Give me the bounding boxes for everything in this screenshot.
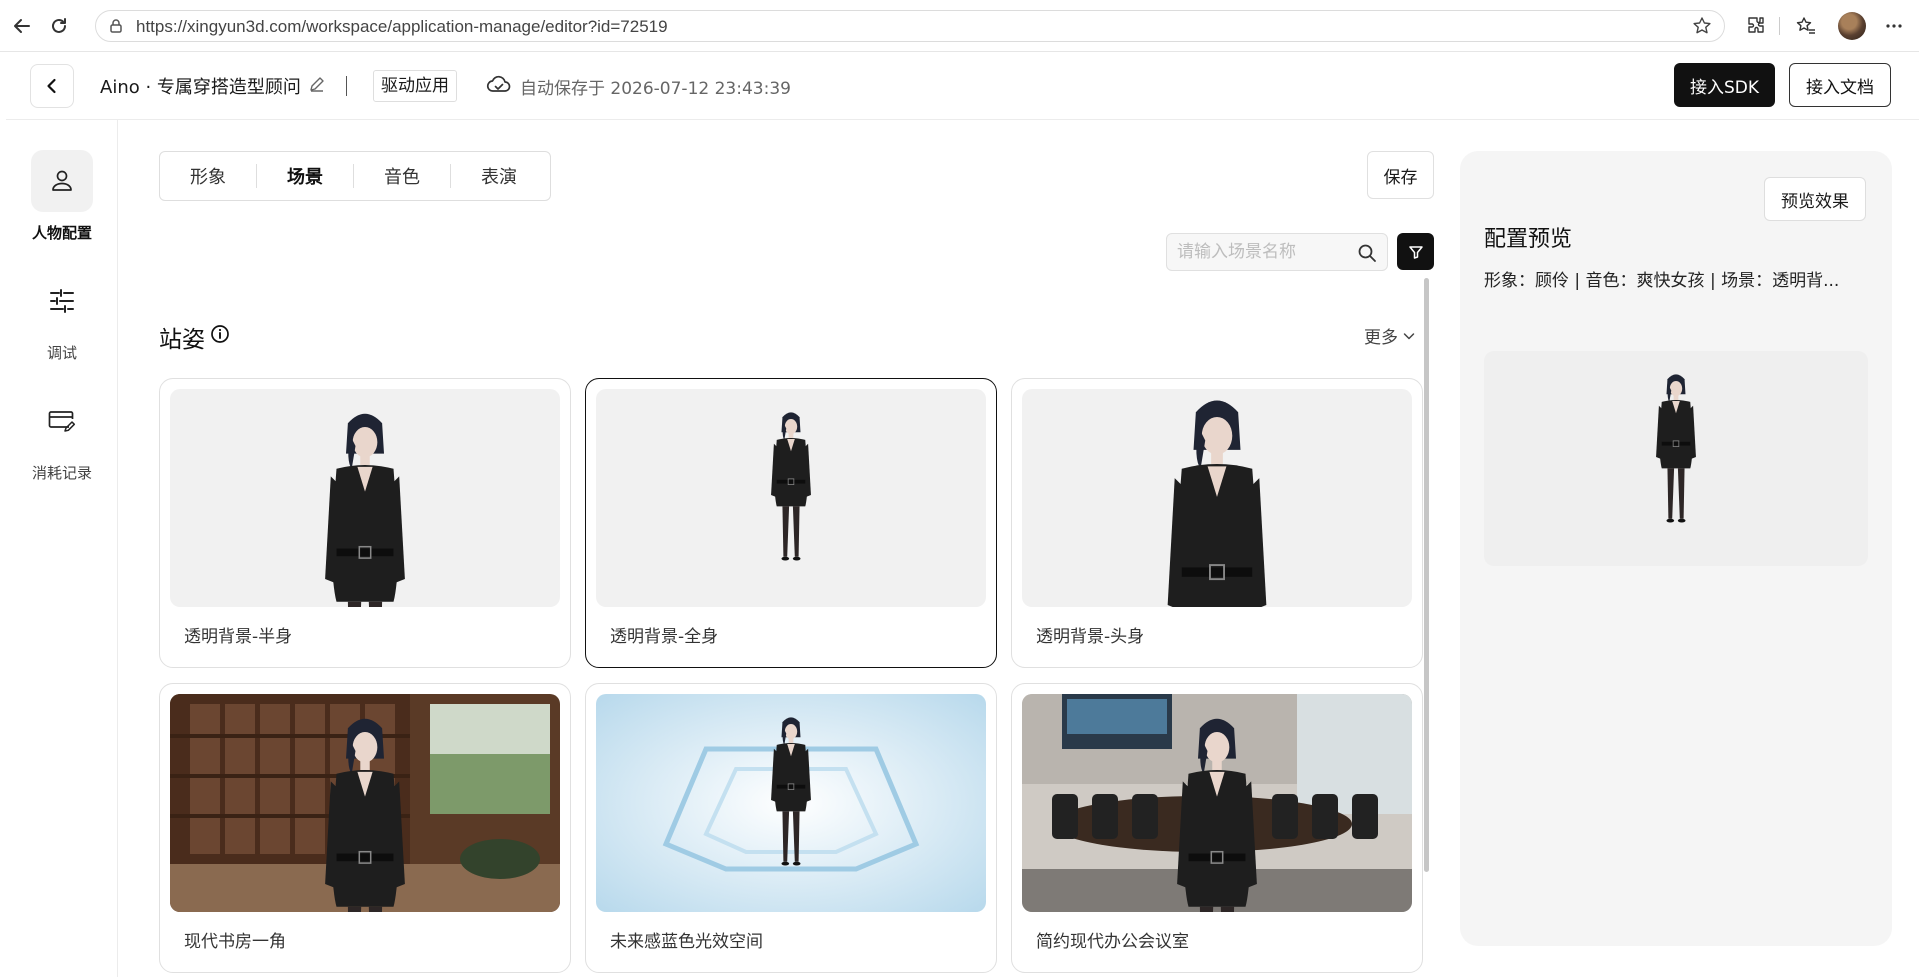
scrollbar[interactable] — [1424, 278, 1429, 872]
browser-toolbar: https://xingyun3d.com/workspace/applicat… — [0, 0, 1919, 52]
sidebar-item-label: 消耗记录 — [31, 464, 92, 482]
scene-card[interactable]: 现代书房一角 — [159, 683, 571, 973]
autosave-status: 自动保存于 2026-07-12 23:43:39 — [520, 79, 791, 99]
preview-summary: 形象：顾伶 | 音色：爽快女孩 | 场景：透明背... — [1484, 271, 1840, 291]
person-icon — [31, 150, 93, 212]
scene-thumbnail — [170, 694, 560, 912]
section-title: 站姿 — [159, 327, 205, 353]
scene-thumbnail — [596, 389, 986, 607]
preview-panel: 预览效果 配置预览 形象：顾伶 | 音色：爽快女孩 | 场景：透明背... — [1460, 151, 1892, 946]
scene-card[interactable]: 透明背景-半身 — [159, 378, 571, 668]
sidebar-item-usage-records[interactable]: 消耗记录 — [6, 390, 118, 483]
chevron-left-icon — [47, 78, 56, 94]
search-input[interactable] — [1177, 240, 1347, 264]
scene-thumbnail — [170, 389, 560, 607]
filter-button[interactable] — [1397, 233, 1434, 270]
sidebar: 人物配置 调试 消耗记录 — [6, 120, 118, 977]
scene-card-label: 现代书房一角 — [184, 932, 286, 952]
profile-avatar[interactable] — [1838, 12, 1866, 40]
chevron-down-icon — [1403, 332, 1415, 339]
sidebar-item-character-config[interactable]: 人物配置 — [6, 150, 118, 243]
avatar-preview-image — [1656, 374, 1696, 523]
integration-docs-button[interactable]: 接入文档 — [1789, 63, 1891, 107]
cloud-sync-icon — [486, 75, 511, 92]
preview-effect-button[interactable]: 预览效果 — [1764, 177, 1866, 221]
back-arrow-icon[interactable] — [9, 13, 35, 39]
back-button[interactable] — [30, 64, 74, 108]
scene-card-label: 简约现代办公会议室 — [1036, 932, 1189, 952]
scene-card[interactable]: 透明背景-头身 — [1011, 378, 1423, 668]
scene-thumbnail — [1022, 694, 1412, 912]
search-icon[interactable] — [1357, 243, 1377, 263]
info-icon[interactable] — [210, 324, 230, 344]
extensions-icon[interactable] — [1744, 14, 1768, 38]
tab-appearance[interactable]: 形象 — [160, 163, 256, 189]
integrate-sdk-button[interactable]: 接入SDK — [1674, 63, 1775, 107]
site-info-icon[interactable] — [108, 18, 124, 34]
address-bar[interactable]: https://xingyun3d.com/workspace/applicat… — [95, 10, 1725, 42]
scene-card[interactable]: 未来感蓝色光效空间 — [585, 683, 997, 973]
tab-scene[interactable]: 场景 — [257, 163, 353, 189]
scene-card-label: 透明背景-半身 — [184, 627, 293, 647]
scene-card-label: 未来感蓝色光效空间 — [610, 932, 763, 952]
sidebar-item-label: 人物配置 — [31, 224, 92, 242]
reload-icon[interactable] — [46, 13, 72, 39]
tab-voice[interactable]: 音色 — [354, 163, 450, 189]
scene-thumbnail — [1022, 389, 1412, 607]
sliders-icon — [31, 270, 93, 332]
edit-pencil-icon[interactable] — [308, 75, 326, 93]
app-title: Aino · 专属穿搭造型顾问 — [100, 77, 301, 98]
card-edit-icon — [31, 390, 93, 452]
scene-card-label: 透明背景-头身 — [1036, 627, 1145, 647]
sidebar-item-label: 调试 — [46, 344, 77, 362]
scene-card[interactable]: 透明背景-全身 — [585, 378, 997, 668]
toolbar-divider — [1779, 17, 1780, 35]
more-menu-icon[interactable] — [1882, 14, 1906, 38]
bookmark-star-icon[interactable] — [1692, 16, 1712, 36]
preview-stage — [1484, 351, 1868, 566]
preview-title: 配置预览 — [1484, 227, 1573, 252]
scene-card[interactable]: 简约现代办公会议室 — [1011, 683, 1423, 973]
favorites-icon[interactable] — [1794, 14, 1818, 38]
filter-icon — [1408, 245, 1423, 259]
more-link[interactable]: 更多 — [1364, 323, 1416, 348]
header-divider — [346, 76, 347, 96]
scene-thumbnail — [596, 694, 986, 912]
app-type-tag: 驱动应用 — [373, 70, 457, 102]
config-tabs: 形象 场景 音色 表演 — [159, 151, 551, 201]
app-header: Aino · 专属穿搭造型顾问 驱动应用 自动保存于 2026-07-12 23… — [6, 52, 1919, 120]
more-link-label: 更多 — [1364, 328, 1398, 348]
save-button[interactable]: 保存 — [1367, 151, 1434, 199]
scene-card-label: 透明背景-全身 — [610, 627, 719, 647]
url-text[interactable]: https://xingyun3d.com/workspace/applicat… — [136, 17, 668, 37]
sidebar-item-debug[interactable]: 调试 — [6, 270, 118, 363]
tab-performance[interactable]: 表演 — [451, 163, 547, 189]
scene-search — [1166, 233, 1388, 271]
